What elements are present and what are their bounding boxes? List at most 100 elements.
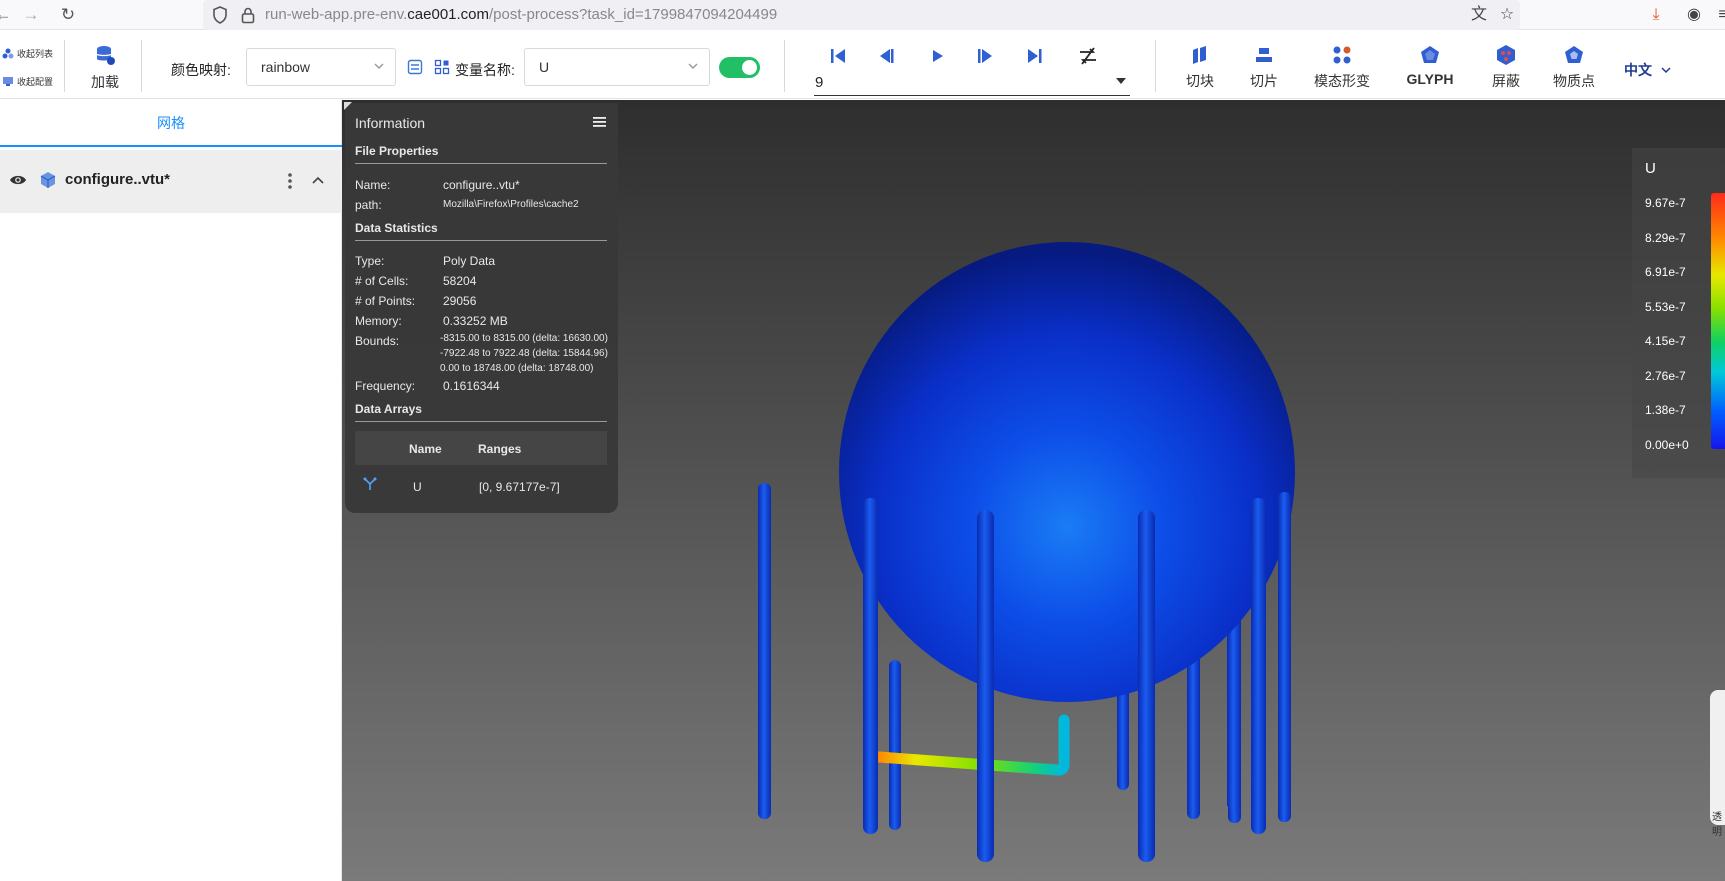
load-button[interactable]: 加载 (89, 44, 121, 92)
chevron-down-icon (374, 63, 384, 69)
color-map-label: 颜色映射: (171, 62, 231, 78)
modal-deform-label: 模态形变 (1314, 73, 1370, 89)
download-icon[interactable]: ⤓ (1645, 4, 1667, 26)
first-frame-icon[interactable] (827, 45, 849, 67)
mesh-cube-icon (40, 172, 56, 188)
clip-icon (1193, 46, 1206, 64)
play-icon[interactable] (926, 45, 948, 67)
variable-select[interactable]: U (524, 48, 710, 86)
hamburger-icon[interactable] (593, 117, 606, 127)
caret-down-icon (1116, 78, 1126, 84)
slice-button[interactable]: 切片 (1248, 44, 1280, 91)
bounds-x: -8315.00 to 8315.00 (delta: 16630.00) (440, 333, 608, 344)
frequency-value: 0.1616344 (443, 379, 500, 393)
sphere-tank (839, 242, 1295, 702)
language-select[interactable]: 中文 (1624, 60, 1672, 80)
reload-icon[interactable]: ↻ (57, 4, 79, 26)
tab-mesh[interactable]: 网格 (0, 100, 342, 147)
variable-toggle[interactable] (719, 57, 760, 78)
more-vertical-icon[interactable] (287, 172, 293, 190)
points-label: # of Points: (355, 294, 416, 308)
bookmark-star-icon[interactable]: ☆ (1496, 4, 1518, 26)
panel-resize-corner[interactable] (344, 102, 352, 110)
tree-item[interactable]: configure..vtu* (0, 150, 342, 213)
chevron-up-icon[interactable] (311, 175, 325, 185)
material-point-button[interactable]: 物质点 (1550, 44, 1598, 91)
next-frame-icon[interactable] (974, 45, 996, 67)
array-name: U (413, 480, 422, 494)
memory-label: Memory: (355, 314, 402, 328)
arrays-col-name: Name (409, 442, 442, 456)
name-value: configure..vtu* (443, 178, 520, 192)
frame-select[interactable]: 9 (814, 72, 1130, 96)
browser-toolbar: ← → ↻ run-web-app.pre-env.cae001.com/pos… (0, 0, 1725, 30)
cells-label: # of Cells: (355, 274, 409, 288)
language-value: 中文 (1624, 62, 1652, 78)
collapse-list-button[interactable]: 收起列表 (2, 47, 53, 60)
support-leg (977, 510, 994, 862)
legend-tick: 0.00e+0 (1645, 438, 1689, 452)
account-icon[interactable]: ◉ (1683, 4, 1705, 26)
modal-deform-button[interactable]: 模态形变 (1312, 44, 1372, 91)
pipe (873, 714, 1070, 776)
translate-icon[interactable]: 文 (1468, 4, 1490, 26)
arrays-col-ranges: Ranges (478, 442, 522, 456)
slice-icon (1256, 48, 1272, 62)
point-data-icon (363, 477, 377, 490)
chevron-down-icon (1661, 67, 1671, 74)
variable-grid-icon (434, 59, 450, 75)
collapse-config-button[interactable]: 收起配置 (2, 75, 53, 88)
cells-value: 58204 (443, 274, 477, 288)
legend-tick: 5.53e-7 (1645, 300, 1686, 314)
mask-button[interactable]: 屏蔽 (1490, 44, 1522, 91)
type-label: Type: (355, 254, 385, 268)
array-row[interactable]: U [0, 9.67177e-7] (355, 471, 607, 501)
bounds-y: -7922.48 to 7922.48 (delta: 15844.96) (440, 348, 608, 359)
chevron-down-icon (688, 63, 698, 69)
color-map-value: rainbow (261, 59, 311, 75)
name-label: Name: (355, 178, 391, 192)
visibility-eye-icon[interactable] (9, 173, 27, 187)
menu-icon[interactable]: ≡ (1712, 4, 1725, 26)
material-point-label: 物质点 (1553, 73, 1595, 89)
collapse-list-label: 收起列表 (17, 49, 54, 59)
clip-button[interactable]: 切块 (1184, 44, 1216, 91)
support-leg (1278, 492, 1291, 822)
toolbar-divider (141, 40, 142, 92)
frequency-label: Frequency: (355, 379, 416, 393)
toolbar-divider (1155, 40, 1156, 92)
path-value: Mozilla\Firefox\Profiles\cache2 (443, 199, 579, 210)
previous-frame-icon[interactable] (875, 45, 897, 67)
glyph-icon (1421, 46, 1439, 63)
shield-icon (213, 6, 227, 24)
path-label: path: (355, 198, 382, 212)
transparency-widget[interactable]: 透明 (1710, 690, 1725, 838)
color-legend-icon[interactable] (407, 59, 423, 75)
support-leg (758, 483, 771, 819)
address-bar[interactable]: run-web-app.pre-env.cae001.com/post-proc… (203, 0, 1520, 30)
database-icon (96, 46, 115, 65)
glyph-button[interactable]: GLYPH (1406, 44, 1454, 87)
last-frame-icon[interactable] (1024, 45, 1046, 67)
support-leg (1138, 510, 1155, 862)
loop-icon[interactable] (1077, 45, 1099, 67)
legend-tick: 6.91e-7 (1645, 265, 1686, 279)
clip-label: 切块 (1186, 73, 1214, 89)
modal-deform-icon (1333, 46, 1351, 64)
collapse-config-label: 收起配置 (17, 77, 54, 87)
forward-icon[interactable]: → (20, 4, 42, 26)
support-leg (1251, 498, 1266, 834)
type-value: Poly Data (443, 254, 496, 268)
frame-value: 9 (815, 74, 824, 91)
transparency-label: 透明 (1712, 812, 1722, 838)
section-data-arrays: Data Arrays (355, 402, 607, 422)
url-text: run-web-app.pre-env.cae001.com/post-proc… (265, 6, 778, 23)
back-icon[interactable]: ← (0, 4, 14, 26)
color-map-select[interactable]: rainbow (246, 48, 396, 86)
mask-label: 屏蔽 (1492, 73, 1520, 89)
lock-icon (241, 7, 255, 24)
info-title: Information (355, 115, 426, 131)
support-leg (863, 498, 878, 834)
legend-title: U (1645, 160, 1656, 177)
slice-label: 切片 (1250, 73, 1278, 89)
